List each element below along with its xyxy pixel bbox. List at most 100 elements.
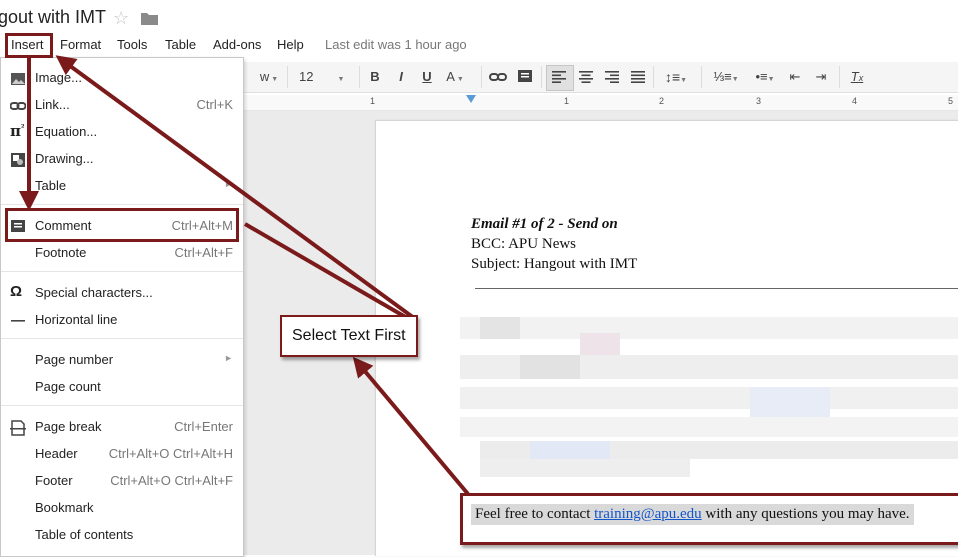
menu-add-ons[interactable]: Add-ons (213, 36, 261, 54)
align-left-icon (552, 71, 566, 83)
submenu-arrow-icon: ► (224, 353, 233, 363)
chevron-down-icon: ▼ (269, 76, 279, 83)
menu-item-table[interactable]: Table ► (1, 173, 243, 199)
email-heading: Email #1 of 2 - Send on (471, 216, 618, 232)
star-icon[interactable]: ☆ (113, 8, 129, 29)
menu-item-horizontal-line[interactable]: Horizontal line (1, 307, 243, 333)
page-break-icon (10, 420, 26, 436)
ruler-number: 2 (659, 96, 665, 106)
ruler-number: 5 (948, 96, 954, 106)
menu-item-shortcut: Ctrl+Enter (174, 419, 233, 434)
document-title[interactable]: gout with IMT (0, 7, 106, 28)
line-spacing-icon[interactable]: ↕≡▼ (661, 62, 691, 92)
toolbar-divider (481, 66, 482, 88)
insert-comment-icon[interactable] (517, 69, 533, 85)
menu-item-header[interactable]: Header Ctrl+Alt+O Ctrl+Alt+H (1, 441, 243, 467)
menu-item-drawing[interactable]: Drawing... (1, 146, 243, 172)
align-right-icon[interactable] (605, 71, 619, 83)
indent-marker-icon[interactable] (466, 95, 476, 104)
selected-contact-sentence[interactable]: Feel free to contact training@apu.edu wi… (471, 504, 914, 525)
menu-divider (1, 405, 243, 406)
toolbar-divider (653, 66, 654, 88)
menu-item-link[interactable]: Link... Ctrl+K (1, 92, 243, 118)
ruler-number: 3 (756, 96, 762, 106)
menu-item-label: Special characters... (35, 285, 153, 300)
menu-item-shortcut: Ctrl+Alt+O Ctrl+Alt+F (110, 473, 233, 488)
horizontal-rule (475, 288, 958, 289)
menu-format[interactable]: Format (60, 36, 101, 54)
training-email-link[interactable]: training@apu.edu (594, 506, 702, 522)
menu-item-label: Footnote (35, 245, 87, 260)
menu-item-special-characters[interactable]: Ω Special characters... (1, 280, 243, 306)
insert-menu-dropdown: Image... Link... Ctrl+K π² Equation... D… (0, 57, 244, 557)
drawing-icon (11, 153, 25, 167)
menu-item-label: Page break (35, 419, 102, 434)
menu-item-label: Header (35, 446, 78, 461)
toolbar-divider (701, 66, 702, 88)
bold-icon[interactable]: B (367, 62, 383, 92)
align-center-icon[interactable] (579, 71, 593, 83)
link-icon (10, 102, 26, 110)
blurred-content (460, 317, 958, 477)
text-color-icon[interactable]: A ▼ (445, 62, 465, 92)
menu-item-label: Footer (35, 473, 73, 488)
menu-tools[interactable]: Tools (117, 36, 147, 54)
menu-item-shortcut: Ctrl+Alt+F (174, 245, 233, 260)
subject-line: Subject: Hangout with IMT (471, 256, 638, 272)
decrease-indent-icon[interactable]: ⇤ (785, 62, 805, 92)
menu-item-label: Table of contents (35, 527, 134, 542)
menu-item-footnote[interactable]: Footnote Ctrl+Alt+F (1, 240, 243, 266)
menu-item-label: Page number (35, 352, 114, 367)
menu-item-label: Image... (35, 70, 82, 85)
toolbar: w ▼ 12 ▼ B I U A ▼ ↕≡▼ ⅓≡▼ •≡▼ ⇤ ⇥ Tx (243, 62, 958, 93)
contact-text-before: Feel free to contact (475, 506, 595, 522)
clear-formatting-icon[interactable]: Tx (847, 62, 867, 92)
toolbar-divider (839, 66, 840, 88)
menu-item-page-count[interactable]: Page count (1, 374, 243, 400)
insert-menu-highlight (5, 33, 53, 58)
menu-item-label: Page count (35, 379, 101, 394)
menu-item-label: Horizontal line (35, 312, 118, 327)
menu-item-label: Link... (35, 97, 70, 112)
font-name-dropdown[interactable]: w ▼ (259, 62, 279, 92)
menu-item-image[interactable]: Image... (1, 65, 243, 91)
contact-text-after: with any questions you may have. (701, 506, 910, 522)
ruler-number: 1 (370, 96, 376, 106)
menu-divider (1, 338, 243, 339)
ruler[interactable]: 1 1 2 3 4 5 (243, 95, 958, 111)
toolbar-divider (287, 66, 288, 88)
link-icon[interactable] (489, 70, 507, 84)
bulleted-list-icon[interactable]: •≡▼ (748, 62, 782, 92)
horizontal-line-icon (11, 320, 25, 322)
menu-item-page-number[interactable]: Page number ► (1, 347, 243, 373)
menu-item-bookmark[interactable]: Bookmark (1, 495, 243, 521)
menu-table[interactable]: Table (165, 36, 196, 54)
callout-text: Select Text First (292, 327, 406, 344)
pi-equation-icon: π² (10, 122, 25, 140)
font-name-text: w (259, 69, 270, 84)
submenu-arrow-icon: ► (224, 179, 233, 189)
menu-item-label: Equation... (35, 124, 98, 139)
comment-item-highlight (5, 208, 239, 242)
underline-icon[interactable]: U (419, 62, 435, 92)
menu-item-shortcut: Ctrl+Alt+O Ctrl+Alt+H (108, 446, 233, 461)
toolbar-divider (359, 66, 360, 88)
ruler-number: 4 (852, 96, 858, 106)
bcc-line: BCC: APU News (471, 236, 577, 252)
menu-item-label: Bookmark (35, 500, 94, 515)
menu-item-label: Drawing... (35, 151, 94, 166)
italic-icon[interactable]: I (393, 62, 409, 92)
justify-icon[interactable] (631, 71, 645, 83)
omega-icon: Ω (10, 283, 23, 300)
menu-item-page-break[interactable]: Page break Ctrl+Enter (1, 414, 243, 440)
menu-help[interactable]: Help (277, 36, 304, 54)
font-size-dropdown[interactable]: 12 ▼ (299, 62, 349, 92)
menu-item-footer[interactable]: Footer Ctrl+Alt+O Ctrl+Alt+F (1, 468, 243, 494)
menu-item-equation[interactable]: π² Equation... (1, 119, 243, 145)
increase-indent-icon[interactable]: ⇥ (811, 62, 831, 92)
folder-icon[interactable] (141, 12, 158, 25)
menu-item-table-of-contents[interactable]: Table of contents (1, 522, 243, 548)
font-size-value: 12 (299, 69, 314, 84)
last-edit-status[interactable]: Last edit was 1 hour ago (325, 36, 467, 54)
numbered-list-icon[interactable]: ⅓≡▼ (709, 62, 743, 92)
